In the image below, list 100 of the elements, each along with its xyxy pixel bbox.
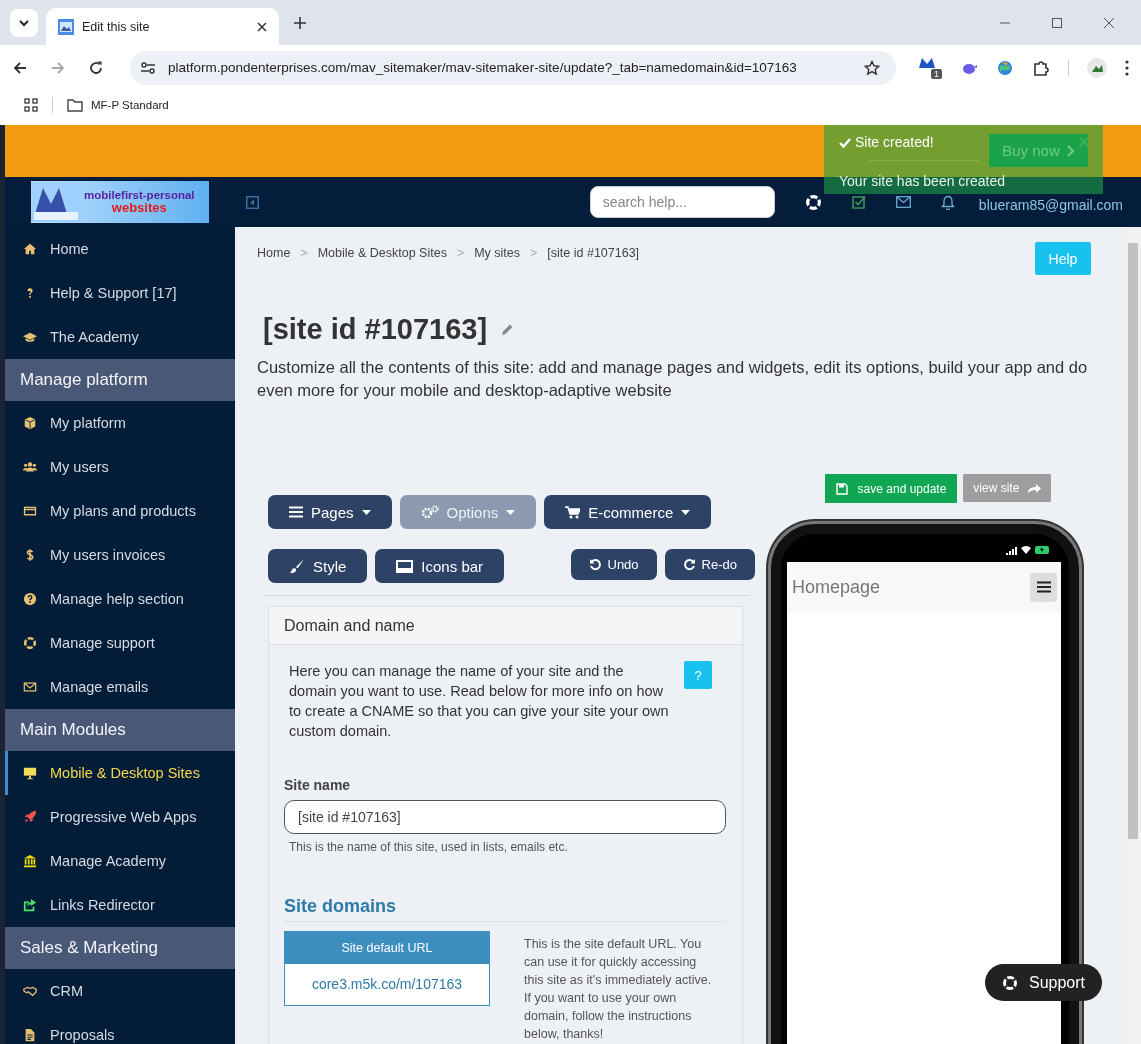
- bell-icon[interactable]: [940, 194, 955, 210]
- history-button[interactable]: Undo: [570, 549, 657, 580]
- site-settings-icon[interactable]: [140, 60, 156, 75]
- sidebar-item[interactable]: Manage help section: [5, 577, 235, 621]
- checkbox-icon[interactable]: [851, 195, 866, 209]
- back-icon[interactable]: [12, 59, 28, 76]
- close-icon[interactable]: [1103, 16, 1115, 29]
- share-arrow-icon: [1027, 482, 1042, 494]
- window-icon: [396, 559, 414, 573]
- envelope-icon[interactable]: [895, 196, 911, 208]
- globe-icon[interactable]: [996, 58, 1014, 77]
- cart-icon: [565, 505, 581, 519]
- sidebar-heading: Manage platform: [5, 359, 235, 401]
- menu-icon[interactable]: [1125, 59, 1129, 76]
- support-button[interactable]: Support: [985, 964, 1103, 1001]
- sidebar-item[interactable]: My plans and products: [5, 489, 235, 533]
- panel-heading: Domain and name: [269, 607, 742, 645]
- page-description: Customize all the contents of this site: add and manage pages and widgets, edit its options, build your app and do even more for your mobile and desktop-adaptive website: [257, 357, 1089, 401]
- panel-intro: Here you can manage the name of your site and the domain you want to use. Read below for more info on how to create a CNAME so that you can give your site your own custom domain.: [289, 662, 669, 741]
- sidebar-item[interactable]: Help & Support [17]: [5, 271, 235, 315]
- history-button[interactable]: Re-do: [664, 549, 755, 580]
- breadcrumb-link[interactable]: Mobile & Desktop Sites: [317, 246, 447, 260]
- new-tab-icon[interactable]: [293, 15, 307, 30]
- status-icons: [1005, 544, 1051, 555]
- scrollbar[interactable]: [1125, 227, 1141, 1044]
- preview-page-title: Homepage: [792, 576, 881, 598]
- breadcrumb-separator: >: [300, 246, 308, 260]
- apps-grid-icon[interactable]: [24, 98, 38, 112]
- user-email[interactable]: blueram85@gmail.com: [978, 191, 1123, 213]
- browser-tab[interactable]: Edit this site: [46, 8, 279, 45]
- sidebar-item[interactable]: Home: [5, 227, 235, 271]
- profile-avatar[interactable]: [1087, 57, 1107, 78]
- sidebar-item[interactable]: Manage emails: [5, 665, 235, 709]
- pencil-icon[interactable]: [501, 323, 515, 336]
- menu-dropdown-button[interactable]: Pages: [268, 495, 392, 529]
- rocket-icon: [23, 810, 37, 824]
- toast-title: Site created!: [855, 134, 934, 150]
- list-icon: [289, 506, 303, 518]
- search-field[interactable]: search help...: [589, 186, 775, 218]
- maximize-icon[interactable]: [1051, 16, 1063, 29]
- sidebar-item[interactable]: My platform: [5, 401, 235, 445]
- share-icon: [23, 898, 37, 912]
- breadcrumb-current: [site id #107163]: [547, 246, 640, 260]
- bookmark-star-icon[interactable]: [864, 59, 880, 76]
- extension-button[interactable]: 1: [918, 56, 942, 79]
- field-hint: This is the name of this site, used in lists, emails etc.: [288, 840, 569, 854]
- menu-icon: [1036, 581, 1051, 593]
- page-title: [site id #107163]: [263, 313, 488, 346]
- sidebar-heading: Sales & Marketing: [5, 927, 235, 969]
- graduation-cap-icon: [23, 330, 37, 344]
- reload-icon[interactable]: [88, 59, 104, 76]
- site-favicon: [58, 18, 74, 35]
- address-bar[interactable]: platform.pondenterprises.com/mav_sitemaker/mav-sitemaker-site/update?_tab=namedomain&id=107163: [130, 50, 896, 85]
- undo-icon: [588, 558, 602, 571]
- caret-icon: [506, 509, 516, 515]
- puzzle-icon[interactable]: [1032, 58, 1050, 77]
- url-text: platform.pondenterprises.com/mav_sitemaker/mav-sitemaker-site/update?_tab=namedomain&id=107163: [168, 60, 797, 75]
- bookmark-folder[interactable]: MF-P Standard: [67, 98, 169, 112]
- lifebuoy-icon[interactable]: [804, 193, 822, 211]
- toolbar-button[interactable]: Style: [268, 549, 368, 583]
- field-label: Site name: [284, 777, 352, 793]
- sidebar-item[interactable]: Proposals: [5, 1013, 235, 1044]
- close-icon[interactable]: [257, 21, 267, 32]
- url-note: This is the site default URL. You can use it for quickly accessing this site as it's immediately active. If you want to use your own domain, follow the instructions below, thanks!: [524, 936, 713, 1043]
- sidebar-item[interactable]: CRM: [5, 969, 235, 1013]
- breadcrumb-link[interactable]: My sites: [474, 246, 521, 260]
- envelope-icon: [23, 680, 37, 694]
- sidebar-item[interactable]: The Academy: [5, 315, 235, 359]
- sidebar-item[interactable]: My users: [5, 445, 235, 489]
- site-name-field[interactable]: [site id #107163]: [284, 800, 726, 834]
- breadcrumb-link[interactable]: Home: [257, 246, 291, 260]
- sidebar-item[interactable]: Links Redirector: [5, 883, 235, 927]
- home-icon: [23, 242, 37, 256]
- folder-icon: [67, 98, 83, 112]
- sidebar-item[interactable]: Manage support: [5, 621, 235, 665]
- redo-icon: [682, 558, 696, 571]
- tab-search-button[interactable]: [10, 8, 38, 37]
- toolbar-button[interactable]: Icons bar: [375, 549, 505, 583]
- monitor-icon: [23, 766, 37, 780]
- lifebuoy-icon: [23, 636, 37, 650]
- menu-dropdown-button[interactable]: E-commerce: [544, 495, 712, 529]
- chevron-icon: [1065, 144, 1075, 157]
- box-icon: [23, 416, 37, 430]
- url-card-heading: Site default URL: [285, 932, 489, 964]
- check-icon: [839, 136, 851, 148]
- sidebar-item[interactable]: My users invoices: [5, 533, 235, 577]
- breadcrumb-separator: >: [456, 246, 465, 260]
- sidebar-item[interactable]: Progressive Web Apps: [5, 795, 235, 839]
- menu-button[interactable]: [1030, 572, 1057, 602]
- sidebar-item[interactable]: Manage Academy: [5, 839, 235, 883]
- bank-icon: [23, 854, 37, 868]
- extension-badge: 1: [931, 69, 942, 79]
- tab-title: Edit this site: [82, 19, 151, 34]
- sidebar-toggle-icon[interactable]: [246, 195, 259, 209]
- section-heading: Site domains: [284, 896, 726, 922]
- logo: mobilefirst-personal websites: [31, 181, 209, 223]
- default-url-link[interactable]: core3.m5k.co/m/107163: [311, 976, 463, 992]
- toast-message: Your site has been created: [839, 173, 1007, 189]
- sidebar-heading: Main Modules: [5, 709, 235, 751]
- card-icon: [23, 504, 37, 518]
